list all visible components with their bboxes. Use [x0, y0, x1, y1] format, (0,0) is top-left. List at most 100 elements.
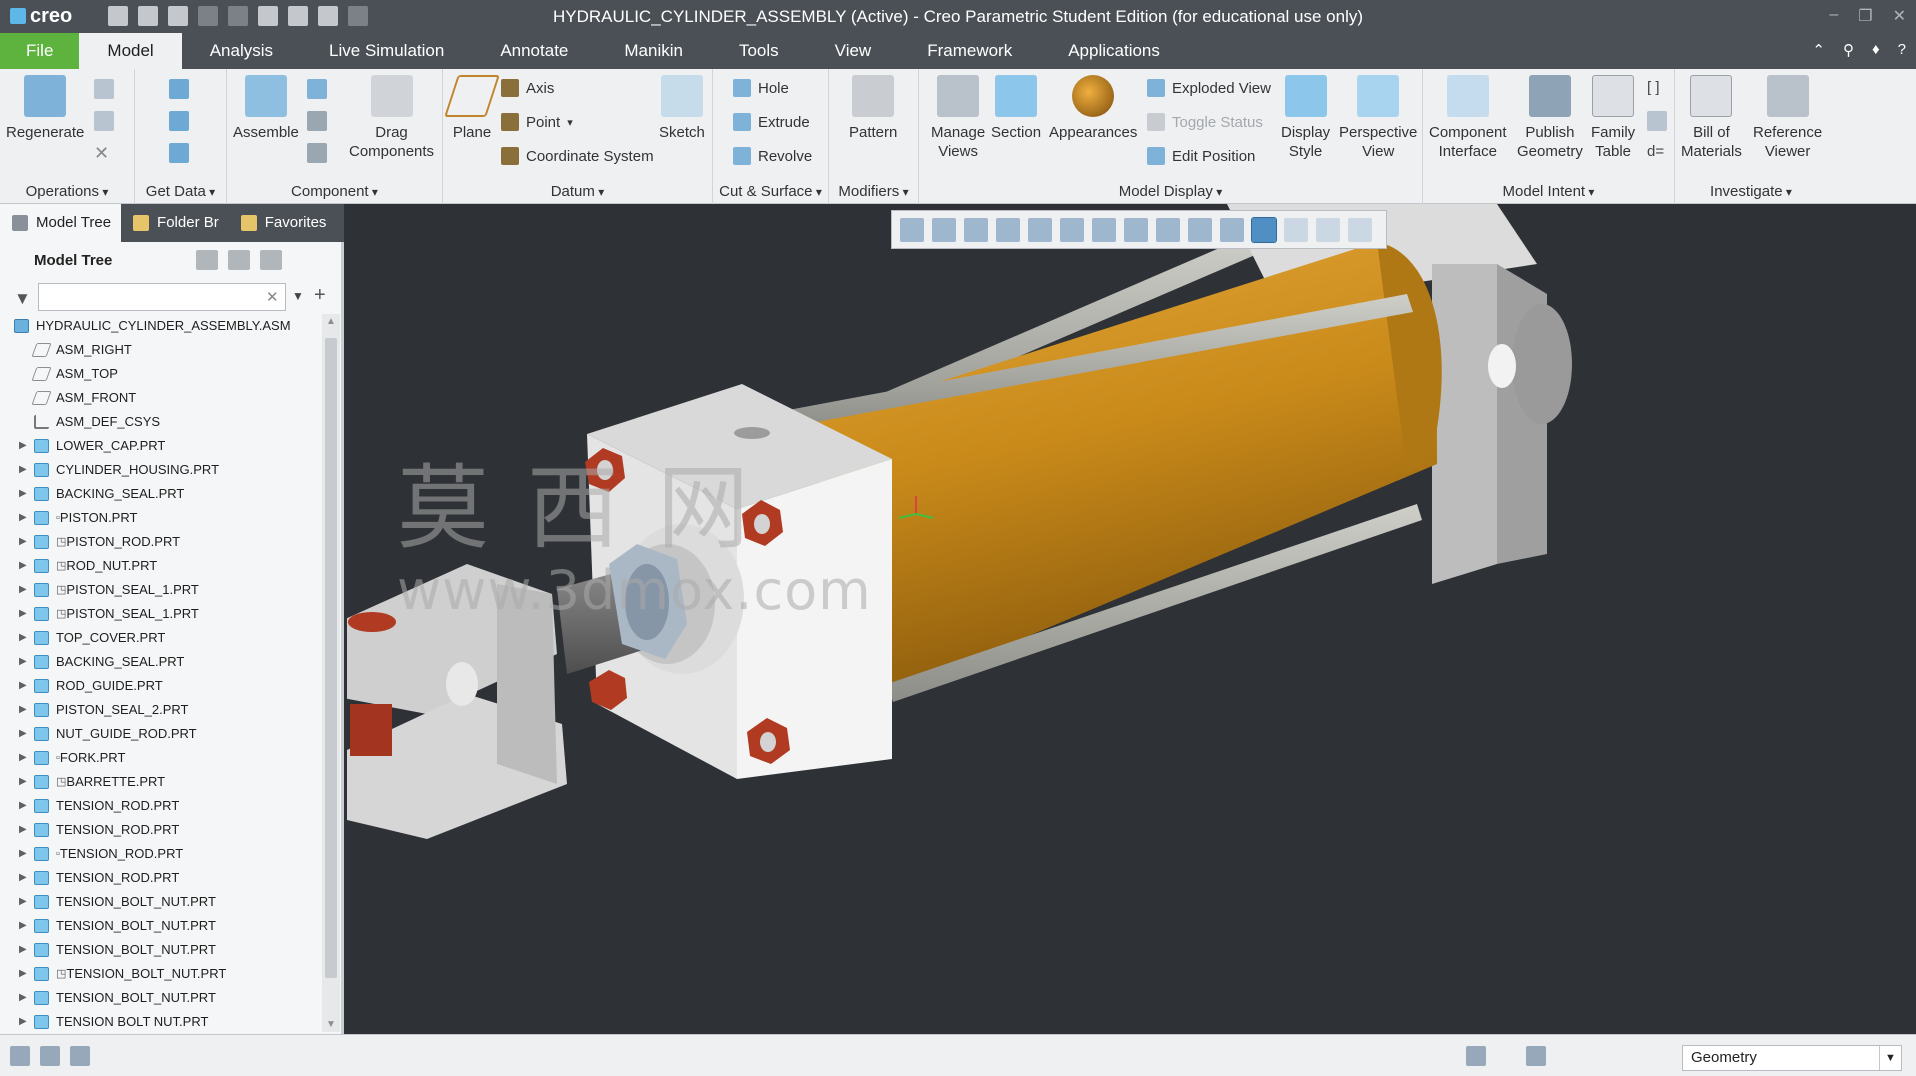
tree-node[interactable]: ▶ BACKING_SEAL.PRT	[0, 650, 322, 674]
tree-node[interactable]: ASM_FRONT	[0, 386, 322, 410]
restore-icon[interactable]: ❐	[1858, 6, 1872, 26]
expand-arrow-icon[interactable]: ▶	[19, 842, 27, 866]
edit-position-button[interactable]: Edit Position	[1147, 147, 1255, 165]
windows-icon[interactable]	[288, 6, 308, 26]
expand-arrow-icon[interactable]: ▶	[19, 698, 27, 722]
mirror-component-icon[interactable]	[307, 143, 327, 163]
investigate-group-label[interactable]: Investigate	[1675, 183, 1827, 200]
section-button[interactable]: Section	[991, 75, 1041, 142]
search-icon[interactable]: ⚲	[1843, 41, 1854, 59]
assemble-button[interactable]: Assemble	[233, 75, 299, 142]
expand-arrow-icon[interactable]: ▶	[19, 866, 27, 890]
expand-arrow-icon[interactable]: ▶	[19, 818, 27, 842]
family-table-button[interactable]: Family Table	[1591, 75, 1635, 161]
add-filter-icon[interactable]: +	[314, 284, 326, 307]
show-browser-icon[interactable]	[40, 1046, 60, 1066]
component-group-label[interactable]: Component	[227, 183, 442, 200]
front-cap-hole[interactable]	[734, 427, 770, 439]
new-file-icon[interactable]	[108, 6, 128, 26]
repeat-icon[interactable]	[307, 111, 327, 131]
tree-node[interactable]: ASM_RIGHT	[0, 338, 322, 362]
rear-cap-front[interactable]	[1432, 264, 1497, 584]
open-folder-icon[interactable]	[138, 6, 158, 26]
revolve-button[interactable]: Revolve	[733, 147, 812, 165]
full-screen-icon[interactable]	[70, 1046, 90, 1066]
barrette-pin-head[interactable]	[348, 612, 396, 632]
find-icon[interactable]	[1466, 1046, 1486, 1066]
tree-node[interactable]: ▶ ◳PISTON_ROD.PRT	[0, 530, 322, 554]
rear-clevis[interactable]	[1512, 304, 1572, 424]
copy-icon[interactable]	[94, 79, 114, 99]
switch-dimensions-icon[interactable]: d=	[1647, 143, 1667, 163]
create-component-icon[interactable]	[307, 79, 327, 99]
expand-arrow-icon[interactable]: ▶	[19, 770, 27, 794]
tree-scrollbar[interactable]: ▲ ▼	[322, 314, 340, 1032]
tree-node[interactable]: ASM_DEF_CSYS	[0, 410, 322, 434]
csys-display-icon[interactable]	[1251, 216, 1277, 243]
tree-node[interactable]: ASM_TOP	[0, 362, 322, 386]
relations-icon[interactable]	[1647, 111, 1667, 131]
expand-arrow-icon[interactable]: ▶	[19, 554, 27, 578]
expand-arrow-icon[interactable]: ▶	[19, 962, 27, 986]
model-intent-group-label[interactable]: Model Intent	[1423, 183, 1674, 200]
appearances-button[interactable]: Appearances	[1049, 75, 1137, 142]
tab-tools[interactable]: Tools	[711, 33, 807, 69]
fork-back[interactable]	[497, 584, 557, 784]
display-style-button[interactable]: Display Style	[1281, 75, 1330, 161]
expand-arrow-icon[interactable]: ▶	[19, 530, 27, 554]
copy-geometry-icon[interactable]	[169, 111, 189, 131]
tab-view[interactable]: View	[807, 33, 900, 69]
operations-group-label[interactable]: Operations	[0, 183, 134, 200]
save-icon[interactable]	[168, 6, 188, 26]
expand-arrow-icon[interactable]: ▶	[19, 794, 27, 818]
tree-node[interactable]: ▶ TENSION_BOLT_NUT.PRT	[0, 890, 322, 914]
expand-arrow-icon[interactable]: ▶	[19, 746, 27, 770]
point-button[interactable]: Point ▾	[501, 113, 573, 131]
tree-node[interactable]: ▶ ◳ROD_NUT.PRT	[0, 554, 322, 578]
expand-arrow-icon[interactable]: ▶	[19, 938, 27, 962]
annotation-display-icon[interactable]	[1220, 217, 1244, 242]
datum-group-label[interactable]: Datum	[443, 183, 712, 200]
spin-center-icon[interactable]	[1028, 217, 1052, 242]
tree-node[interactable]: ▶ TENSION_ROD.PRT	[0, 866, 322, 890]
tree-node[interactable]: ▶ ◳BARRETTE.PRT	[0, 770, 322, 794]
coordinate-system-button[interactable]: Coordinate System	[501, 147, 654, 165]
tree-node[interactable]: ▶ TENSION_ROD.PRT	[0, 794, 322, 818]
minimize-icon[interactable]: –	[1829, 6, 1838, 26]
exploded-view-button[interactable]: Exploded View	[1147, 79, 1271, 97]
expand-arrow-icon[interactable]: ▶	[19, 458, 27, 482]
redo-icon[interactable]	[228, 6, 248, 26]
extrude-button[interactable]: Extrude	[733, 113, 810, 131]
bill-of-materials-button[interactable]: Bill of Materials	[1681, 75, 1742, 161]
stop-icon[interactable]	[1348, 217, 1372, 242]
tree-node[interactable]: ▶ CYLINDER_HOUSING.PRT	[0, 458, 322, 482]
display-style-toolbar-icon[interactable]	[1060, 217, 1084, 242]
selection-filter-select[interactable]: Geometry ▼	[1682, 1045, 1902, 1071]
tree-node[interactable]: ▶ LOWER_CAP.PRT	[0, 434, 322, 458]
tree-settings-icon[interactable]	[196, 250, 218, 270]
tree-node[interactable]: ▶ TENSION_BOLT_NUT.PRT	[0, 938, 322, 962]
expand-arrow-icon[interactable]: ▶	[19, 626, 27, 650]
tab-analysis[interactable]: Analysis	[182, 33, 301, 69]
tree-node[interactable]: ▶ BACKING_SEAL.PRT	[0, 482, 322, 506]
tab-favorites[interactable]: Favorites	[229, 204, 337, 242]
tab-annotate[interactable]: Annotate	[472, 33, 596, 69]
hole-button[interactable]: Hole	[733, 79, 789, 97]
tab-model-tree[interactable]: Model Tree	[0, 204, 122, 242]
tree-node[interactable]: ▶ TENSION_BOLT_NUT.PRT	[0, 986, 322, 1010]
close-window-icon[interactable]	[318, 6, 338, 26]
collapse-ribbon-icon[interactable]: ⌃	[1812, 41, 1825, 59]
expand-arrow-icon[interactable]: ▶	[19, 674, 27, 698]
pause-icon[interactable]	[1316, 217, 1340, 242]
saved-orientations-icon[interactable]	[1092, 217, 1116, 242]
tree-node[interactable]: ▶ TENSION_ROD.PRT	[0, 818, 322, 842]
selection-icon[interactable]	[1526, 1046, 1546, 1066]
chevron-down-icon[interactable]: ▼	[1879, 1046, 1901, 1070]
expand-arrow-icon[interactable]: ▶	[19, 986, 27, 1010]
assembly-model[interactable]	[347, 204, 1916, 1034]
tree-node[interactable]: HYDRAULIC_CYLINDER_ASSEMBLY.ASM	[0, 314, 322, 338]
modifiers-group-label[interactable]: Modifiers	[829, 183, 918, 200]
tree-search-input[interactable]	[38, 283, 286, 311]
expand-arrow-icon[interactable]: ▶	[19, 602, 27, 626]
scroll-down-icon[interactable]: ▼	[326, 1019, 336, 1030]
